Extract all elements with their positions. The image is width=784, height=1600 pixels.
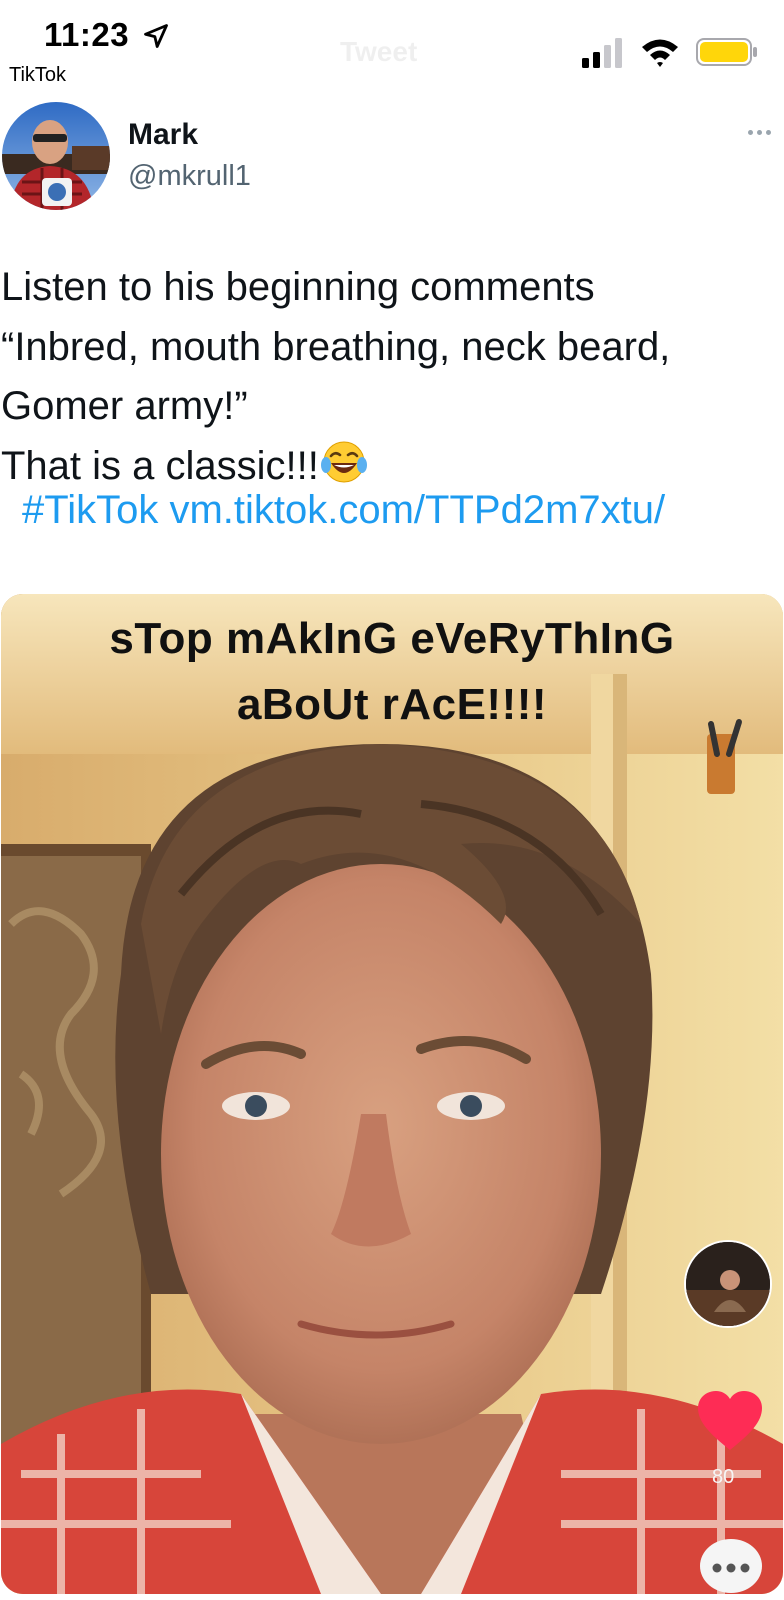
nav-title: Tweet [340, 36, 418, 67]
dot-icon [757, 130, 762, 135]
video-frame-image [1, 594, 783, 1594]
tweet-text-line: That is a classic!!! [1, 443, 319, 488]
tweet-text-line: “Inbred, mouth breathing, neck beard, [1, 324, 671, 369]
cellular-signal-icon [582, 38, 622, 68]
creator-avatar-button[interactable] [684, 1240, 772, 1328]
tiktok-url-link[interactable]: vm.tiktok.com/TTPd2m7xtu/ [169, 488, 665, 532]
author-avatar[interactable] [2, 102, 110, 210]
back-to-app-label[interactable]: TikTok [9, 64, 66, 87]
like-count: 80 [712, 1466, 735, 1488]
dot-icon [766, 130, 771, 135]
tweet-links: #TikTok vm.tiktok.com/TTPd2m7xtu/ [22, 488, 665, 533]
dot-icon [748, 130, 753, 135]
author-display-name[interactable]: Mark [128, 118, 198, 152]
status-bar: 11:23 TikTok Tweet [0, 0, 784, 100]
status-time: 11:23 [44, 16, 130, 53]
tiktok-video-card[interactable]: sTop mAkInG eVeRyThInG aBoUt rAcE!!!! [1, 594, 783, 1594]
video-caption-line-2: aBoUt rAcE!!!! [236, 680, 548, 729]
heart-icon[interactable] [696, 1390, 764, 1454]
tweet-body: Listen to his beginning comments “Inbred… [1, 258, 781, 496]
face-with-tears-of-joy-icon [320, 441, 367, 482]
hashtag-link[interactable]: #TikTok [22, 488, 158, 532]
more-options-button[interactable] [748, 122, 782, 146]
location-arrow-icon [144, 24, 168, 48]
battery-icon [696, 38, 757, 66]
video-caption-line-1: sTop mAkInG eVeRyThInG [109, 614, 675, 663]
author-handle[interactable]: @mkrull1 [128, 160, 251, 193]
tweet-text-line: Listen to his beginning comments [1, 265, 595, 309]
comment-bubble-icon[interactable] [698, 1536, 764, 1594]
tweet-text-line: Gomer army!” [1, 384, 248, 428]
wifi-icon [642, 39, 678, 67]
